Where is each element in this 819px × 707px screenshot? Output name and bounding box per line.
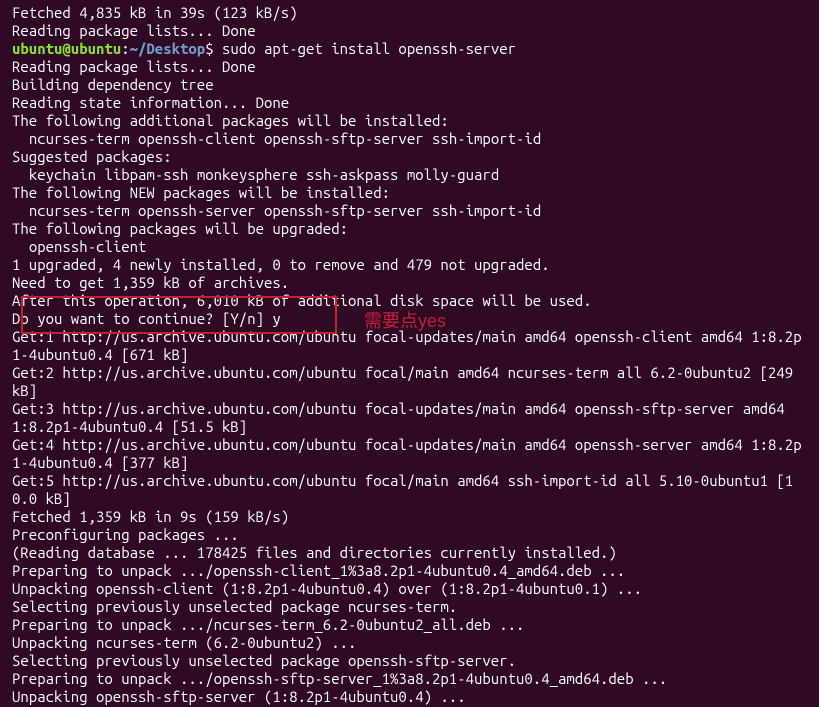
terminal-line: Reading package lists... Done: [12, 58, 807, 76]
terminal-line: The following packages will be upgraded:: [12, 220, 807, 238]
terminal-line: Fetched 1,359 kB in 9s (159 kB/s): [12, 508, 807, 526]
terminal-line: Get:2 http://us.archive.ubuntu.com/ubunt…: [12, 364, 807, 400]
terminal-output: Fetched 4,835 kB in 39s (123 kB/s)Readin…: [12, 4, 807, 706]
terminal-line: Suggested packages:: [12, 148, 807, 166]
terminal-line: ncurses-term openssh-client openssh-sftp…: [12, 130, 807, 148]
terminal-line: 1 upgraded, 4 newly installed, 0 to remo…: [12, 256, 807, 274]
terminal-line: Preparing to unpack .../ncurses-term_6.2…: [12, 616, 807, 634]
terminal-line: Get:5 http://us.archive.ubuntu.com/ubunt…: [12, 472, 807, 508]
terminal-line: ubuntu@ubuntu:~/Desktop$ sudo apt-get in…: [12, 40, 807, 58]
terminal-line: Get:1 http://us.archive.ubuntu.com/ubunt…: [12, 328, 807, 364]
terminal-line: keychain libpam-ssh monkeysphere ssh-ask…: [12, 166, 807, 184]
terminal-line: Fetched 4,835 kB in 39s (123 kB/s): [12, 4, 807, 22]
terminal-line: Building dependency tree: [12, 76, 807, 94]
terminal-line: The following NEW packages will be insta…: [12, 184, 807, 202]
prompt-dollar: $: [205, 40, 213, 57]
terminal-line: ncurses-term openssh-server openssh-sftp…: [12, 202, 807, 220]
terminal-line: Do you want to continue? [Y/n] y: [12, 310, 807, 328]
terminal-line: openssh-client: [12, 238, 807, 256]
terminal-line: Preparing to unpack .../openssh-client_1…: [12, 562, 807, 580]
terminal-line: Reading state information... Done: [12, 94, 807, 112]
terminal-viewport[interactable]: Fetched 4,835 kB in 39s (123 kB/s)Readin…: [12, 4, 807, 706]
command-text: sudo apt-get install openssh-server: [214, 40, 516, 57]
terminal-line: Selecting previously unselected package …: [12, 598, 807, 616]
terminal-line: The following additional packages will b…: [12, 112, 807, 130]
prompt-user-host: ubuntu@ubuntu: [12, 40, 121, 57]
terminal-line: Unpacking openssh-client (1:8.2p1-4ubunt…: [12, 580, 807, 598]
terminal-line: Preconfiguring packages ...: [12, 526, 807, 544]
terminal-line: (Reading database ... 178425 files and d…: [12, 544, 807, 562]
terminal-line: Preparing to unpack .../openssh-sftp-ser…: [12, 670, 807, 688]
terminal-line: Selecting previously unselected package …: [12, 652, 807, 670]
prompt-path: ~/Desktop: [130, 40, 206, 57]
prompt-separator: :: [121, 40, 129, 57]
terminal-line: After this operation, 6,010 kB of additi…: [12, 292, 807, 310]
terminal-line: Need to get 1,359 kB of archives.: [12, 274, 807, 292]
terminal-line: Get:3 http://us.archive.ubuntu.com/ubunt…: [12, 400, 807, 436]
terminal-line: Unpacking openssh-sftp-server (1:8.2p1-4…: [12, 688, 807, 706]
terminal-line: Get:4 http://us.archive.ubuntu.com/ubunt…: [12, 436, 807, 472]
terminal-line: Reading package lists... Done: [12, 22, 807, 40]
terminal-line: Unpacking ncurses-term (6.2-0ubuntu2) ..…: [12, 634, 807, 652]
